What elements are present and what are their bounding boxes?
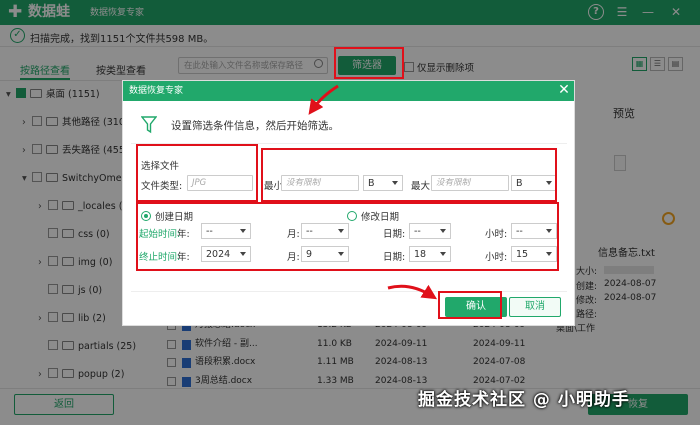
annotation-arrows <box>308 84 438 300</box>
watermark: 掘金技术社区 @ 小明助手 <box>418 390 630 410</box>
